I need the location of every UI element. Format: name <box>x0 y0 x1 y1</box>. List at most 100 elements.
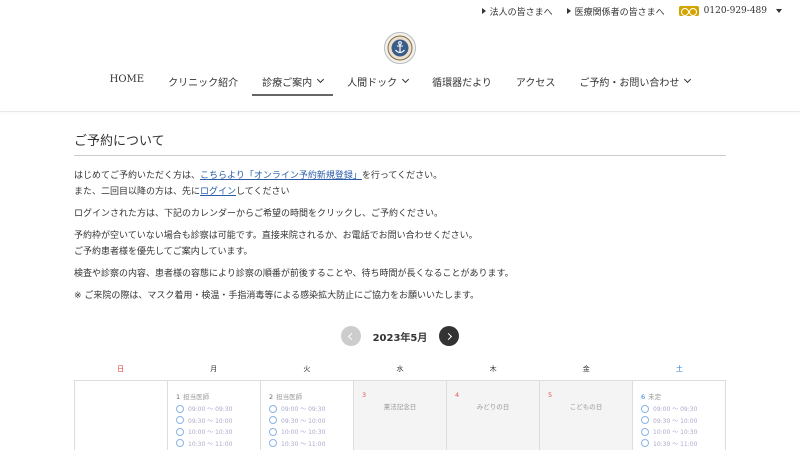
nav-reservation-contact-label: ご予約・お問い合わせ <box>579 78 680 89</box>
time-slot[interactable]: 10:30 〜 11:00 <box>176 438 252 450</box>
time-slot-label: 09:30 〜 10:00 <box>281 417 326 425</box>
next-month-button[interactable] <box>439 326 460 346</box>
chevron-right-icon <box>444 332 452 340</box>
day-note: 担当医師 <box>276 393 303 401</box>
time-slot[interactable]: 09:30 〜 10:00 <box>176 415 252 427</box>
radio-circle-icon <box>176 416 184 425</box>
day-number: 2 担当医師 <box>269 391 345 401</box>
day-number-value: 2 <box>269 393 274 401</box>
chevron-down-icon <box>317 75 325 84</box>
weekday-thu: 木 <box>489 365 497 373</box>
nav-home[interactable]: HOME <box>98 72 156 96</box>
nav-clinic-intro-label: クリニック紹介 <box>168 78 239 89</box>
weekday-fri: 金 <box>582 365 590 373</box>
anchor-emblem-icon <box>387 35 413 61</box>
day-number: 1 担当医師 <box>176 391 252 401</box>
time-slot[interactable]: 10:00 〜 10:30 <box>269 426 345 438</box>
intro-paragraph-4: 予約枠が空いていない場合も診察は可能です。直接来院されるか、お電話でお問い合わせ… <box>74 228 726 260</box>
nav-cardio-news-label: 循環器だより <box>432 78 492 89</box>
p4b: ご予約患者様を優先してご案内しています。 <box>74 247 253 257</box>
nav-medical-guide[interactable]: 診療ご案内 <box>250 72 335 96</box>
time-slot[interactable]: 09:30 〜 10:00 <box>269 415 345 427</box>
freedial-icon <box>678 6 699 16</box>
header-divider <box>0 111 800 112</box>
day-note: 未定 <box>648 393 662 401</box>
day-number-value: 3 <box>362 391 367 399</box>
weekday-wed: 水 <box>396 365 404 373</box>
intro-paragraph-5: 検査や診察の内容、患者様の容態により診察の順番が前後することや、待ち時間が長くな… <box>74 269 514 279</box>
nav-access[interactable]: アクセス <box>504 72 568 96</box>
p1-pre: はじめてご予約いただく方は、 <box>74 171 201 181</box>
intro-paragraph-1: はじめてご予約いただく方は、こちらより「オンライン予約新規登録」を行ってください… <box>74 168 726 200</box>
time-slot[interactable]: 09:00 〜 09:30 <box>176 403 252 415</box>
time-slot-label: 09:00 〜 09:30 <box>188 406 233 414</box>
p4a: 予約枠が空いていない場合も診察は可能です。直接来院されるか、お電話でお問い合わせ… <box>74 231 478 241</box>
calendar-day-cell: 2 担当医師 09:00 〜 09:30 09:30 〜 10:00 10:00 〜 1… <box>261 381 354 450</box>
page-title: ご予約について <box>74 130 726 156</box>
calendar-day-cell <box>75 381 168 450</box>
radio-circle-icon <box>269 404 277 413</box>
nav-medical-guide-label: 診療ご案内 <box>262 78 313 89</box>
nav-health-checkup-label: 人間ドック <box>347 78 398 89</box>
corporate-link-label: 法人の皆さまへ <box>489 7 553 18</box>
time-slot-label: 10:30 〜 11:00 <box>281 440 326 448</box>
radio-circle-icon <box>641 416 649 425</box>
time-slot[interactable]: 10:00 〜 10:30 <box>176 426 252 438</box>
radio-circle-icon <box>176 439 184 448</box>
phone-number: 0120-929-489 <box>703 6 767 16</box>
intro-paragraph-6: ※ ご来院の際は、マスク着用・検温・手指消毒等による感染拡大防止にご協力をお願い… <box>74 291 480 301</box>
nav-health-checkup[interactable]: 人間ドック <box>335 72 420 96</box>
login-link[interactable]: ログイン <box>200 187 236 197</box>
online-registration-link[interactable]: こちらより「オンライン予約新規登録」 <box>200 171 362 181</box>
main-nav: HOME クリニック紹介 診療ご案内 人間ドック 循環器だより アクセス ご予約… <box>0 72 800 96</box>
chevron-down-icon <box>402 75 410 84</box>
day-number-value: 1 <box>176 393 181 401</box>
time-slot-label: 10:00 〜 10:30 <box>653 429 698 437</box>
medical-professionals-link[interactable]: 医療関係者の皆さまへ <box>566 5 665 18</box>
corporate-link[interactable]: 法人の皆さまへ <box>481 5 553 18</box>
day-number-value: 5 <box>548 391 553 399</box>
calendar-day-cell: 4 みどりの日 <box>447 381 540 450</box>
time-slot[interactable]: 10:30 〜 11:00 <box>269 438 345 450</box>
nav-access-label: アクセス <box>515 78 556 89</box>
p2-post: してください <box>236 187 290 197</box>
radio-circle-icon <box>269 439 277 448</box>
prev-month-button[interactable] <box>340 326 361 346</box>
day-number: 3 <box>362 391 438 399</box>
holiday-label: みどりの日 <box>476 403 510 411</box>
day-note: 担当医師 <box>183 393 210 401</box>
time-slot-label: 09:30 〜 10:00 <box>653 417 698 425</box>
phone-dropdown[interactable]: 0120-929-489 <box>678 6 782 16</box>
medical-professionals-link-label: 医療関係者の皆さまへ <box>574 7 665 18</box>
time-slot[interactable]: 10:30 〜 11:00 <box>641 438 717 450</box>
caret-down-icon <box>776 9 782 13</box>
radio-circle-icon <box>269 416 277 425</box>
radio-circle-icon <box>641 439 649 448</box>
time-slot-label: 09:30 〜 10:00 <box>188 417 233 425</box>
calendar-day-cell: 1 担当医師 09:00 〜 09:30 09:30 〜 10:00 10:00 〜 1… <box>168 381 261 450</box>
holiday-label: こどもの日 <box>569 403 603 411</box>
time-slot-label: 10:30 〜 11:00 <box>653 440 698 448</box>
nav-reservation-contact[interactable]: ご予約・お問い合わせ <box>567 72 702 96</box>
time-slot[interactable]: 10:00 〜 10:30 <box>641 426 717 438</box>
triangle-right-icon <box>566 8 571 14</box>
radio-circle-icon <box>641 404 649 413</box>
calendar-nav: 2023年5月 <box>0 326 800 346</box>
time-slot[interactable]: 09:00 〜 09:30 <box>269 403 345 415</box>
time-slot[interactable]: 09:00 〜 09:30 <box>641 403 717 415</box>
radio-circle-icon <box>641 427 649 436</box>
day-number: 6 未定 <box>641 391 717 401</box>
weekday-header: 日 月 火 水 木 金 土 <box>74 364 726 374</box>
time-slot-label: 09:00 〜 09:30 <box>653 406 698 414</box>
day-number: 5 <box>548 391 624 399</box>
time-slot-label: 10:00 〜 10:30 <box>188 429 233 437</box>
holiday-label: 憲法記念日 <box>383 403 417 411</box>
time-slot[interactable]: 09:30 〜 10:00 <box>641 415 717 427</box>
nav-cardio-news[interactable]: 循環器だより <box>420 72 504 96</box>
top-utility-bar: 法人の皆さまへ 医療関係者の皆さまへ 0120-929-489 <box>481 4 782 18</box>
time-slot-label: 09:00 〜 09:30 <box>281 406 326 414</box>
nav-clinic-intro[interactable]: クリニック紹介 <box>156 72 250 96</box>
clinic-logo[interactable] <box>384 32 416 64</box>
triangle-right-icon <box>481 8 486 14</box>
calendar-day-cell: 5 こどもの日 <box>540 381 633 450</box>
